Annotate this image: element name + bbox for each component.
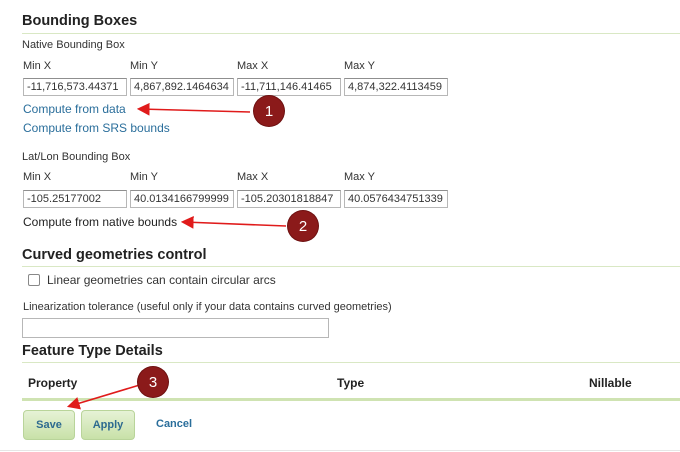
save-button[interactable]: Save [23,410,75,440]
footer-divider [0,450,680,451]
native-minx-input[interactable]: -11,716,573.44371 [23,78,127,96]
circular-arcs-checkbox[interactable] [28,274,40,286]
native-miny-input[interactable]: 4,867,892.1464634 [130,78,234,96]
native-maxy-input[interactable]: 4,874,322.4113459 [344,78,448,96]
curved-geometries-title: Curved geometries control [22,247,207,263]
latlon-miny-label: Min Y [130,171,158,183]
latlon-maxy-input[interactable]: 40.0576434751339 [344,190,448,208]
annotation-badge-1: 1 [254,96,284,126]
latlon-minx-input[interactable]: -105.25177002 [23,190,127,208]
native-maxx-input[interactable]: -11,711,146.41465 [237,78,341,96]
feature-type-title: Feature Type Details [22,343,163,359]
cancel-link[interactable]: Cancel [156,418,192,430]
annotation-badge-2: 2 [288,211,318,241]
native-miny-label: Min Y [130,60,158,72]
latlon-minx-label: Min X [23,171,52,183]
bounding-boxes-title: Bounding Boxes [22,13,138,29]
type-header: Type [337,376,365,390]
native-maxx-label: Max X [237,60,269,72]
latlon-miny-input[interactable]: 40.0134166799999 [130,190,234,208]
compute-from-native-bounds-link[interactable]: Compute from native bounds [23,215,177,229]
table-divider [22,398,680,401]
feature-type-table-header: Property Type Nillable [22,370,680,400]
tolerance-input[interactable] [22,318,329,338]
native-bbox-label: Native Bounding Box [22,39,125,51]
circular-arcs-label: Linear geometries can contain circular a… [47,273,276,287]
latlon-maxx-input[interactable]: -105.20301818847 [237,190,341,208]
section-divider [22,362,680,363]
native-maxy-label: Max Y [344,60,375,72]
latlon-maxx-label: Max X [237,171,269,183]
section-divider [22,266,680,267]
section-divider [22,33,680,34]
compute-from-srs-link[interactable]: Compute from SRS bounds [23,121,170,135]
arrow-1 [136,102,251,116]
nillable-header: Nillable [589,376,632,390]
annotation-badge-3: 3 [138,367,168,397]
arrow-2 [180,215,287,229]
property-header: Property [28,376,78,390]
compute-from-data-link[interactable]: Compute from data [23,102,126,116]
latlon-maxy-label: Max Y [344,171,375,183]
tolerance-label: Linearization tolerance (useful only if … [23,301,392,313]
apply-button[interactable]: Apply [81,410,135,440]
latlon-bbox-label: Lat/Lon Bounding Box [22,151,131,163]
native-minx-label: Min X [23,60,52,72]
